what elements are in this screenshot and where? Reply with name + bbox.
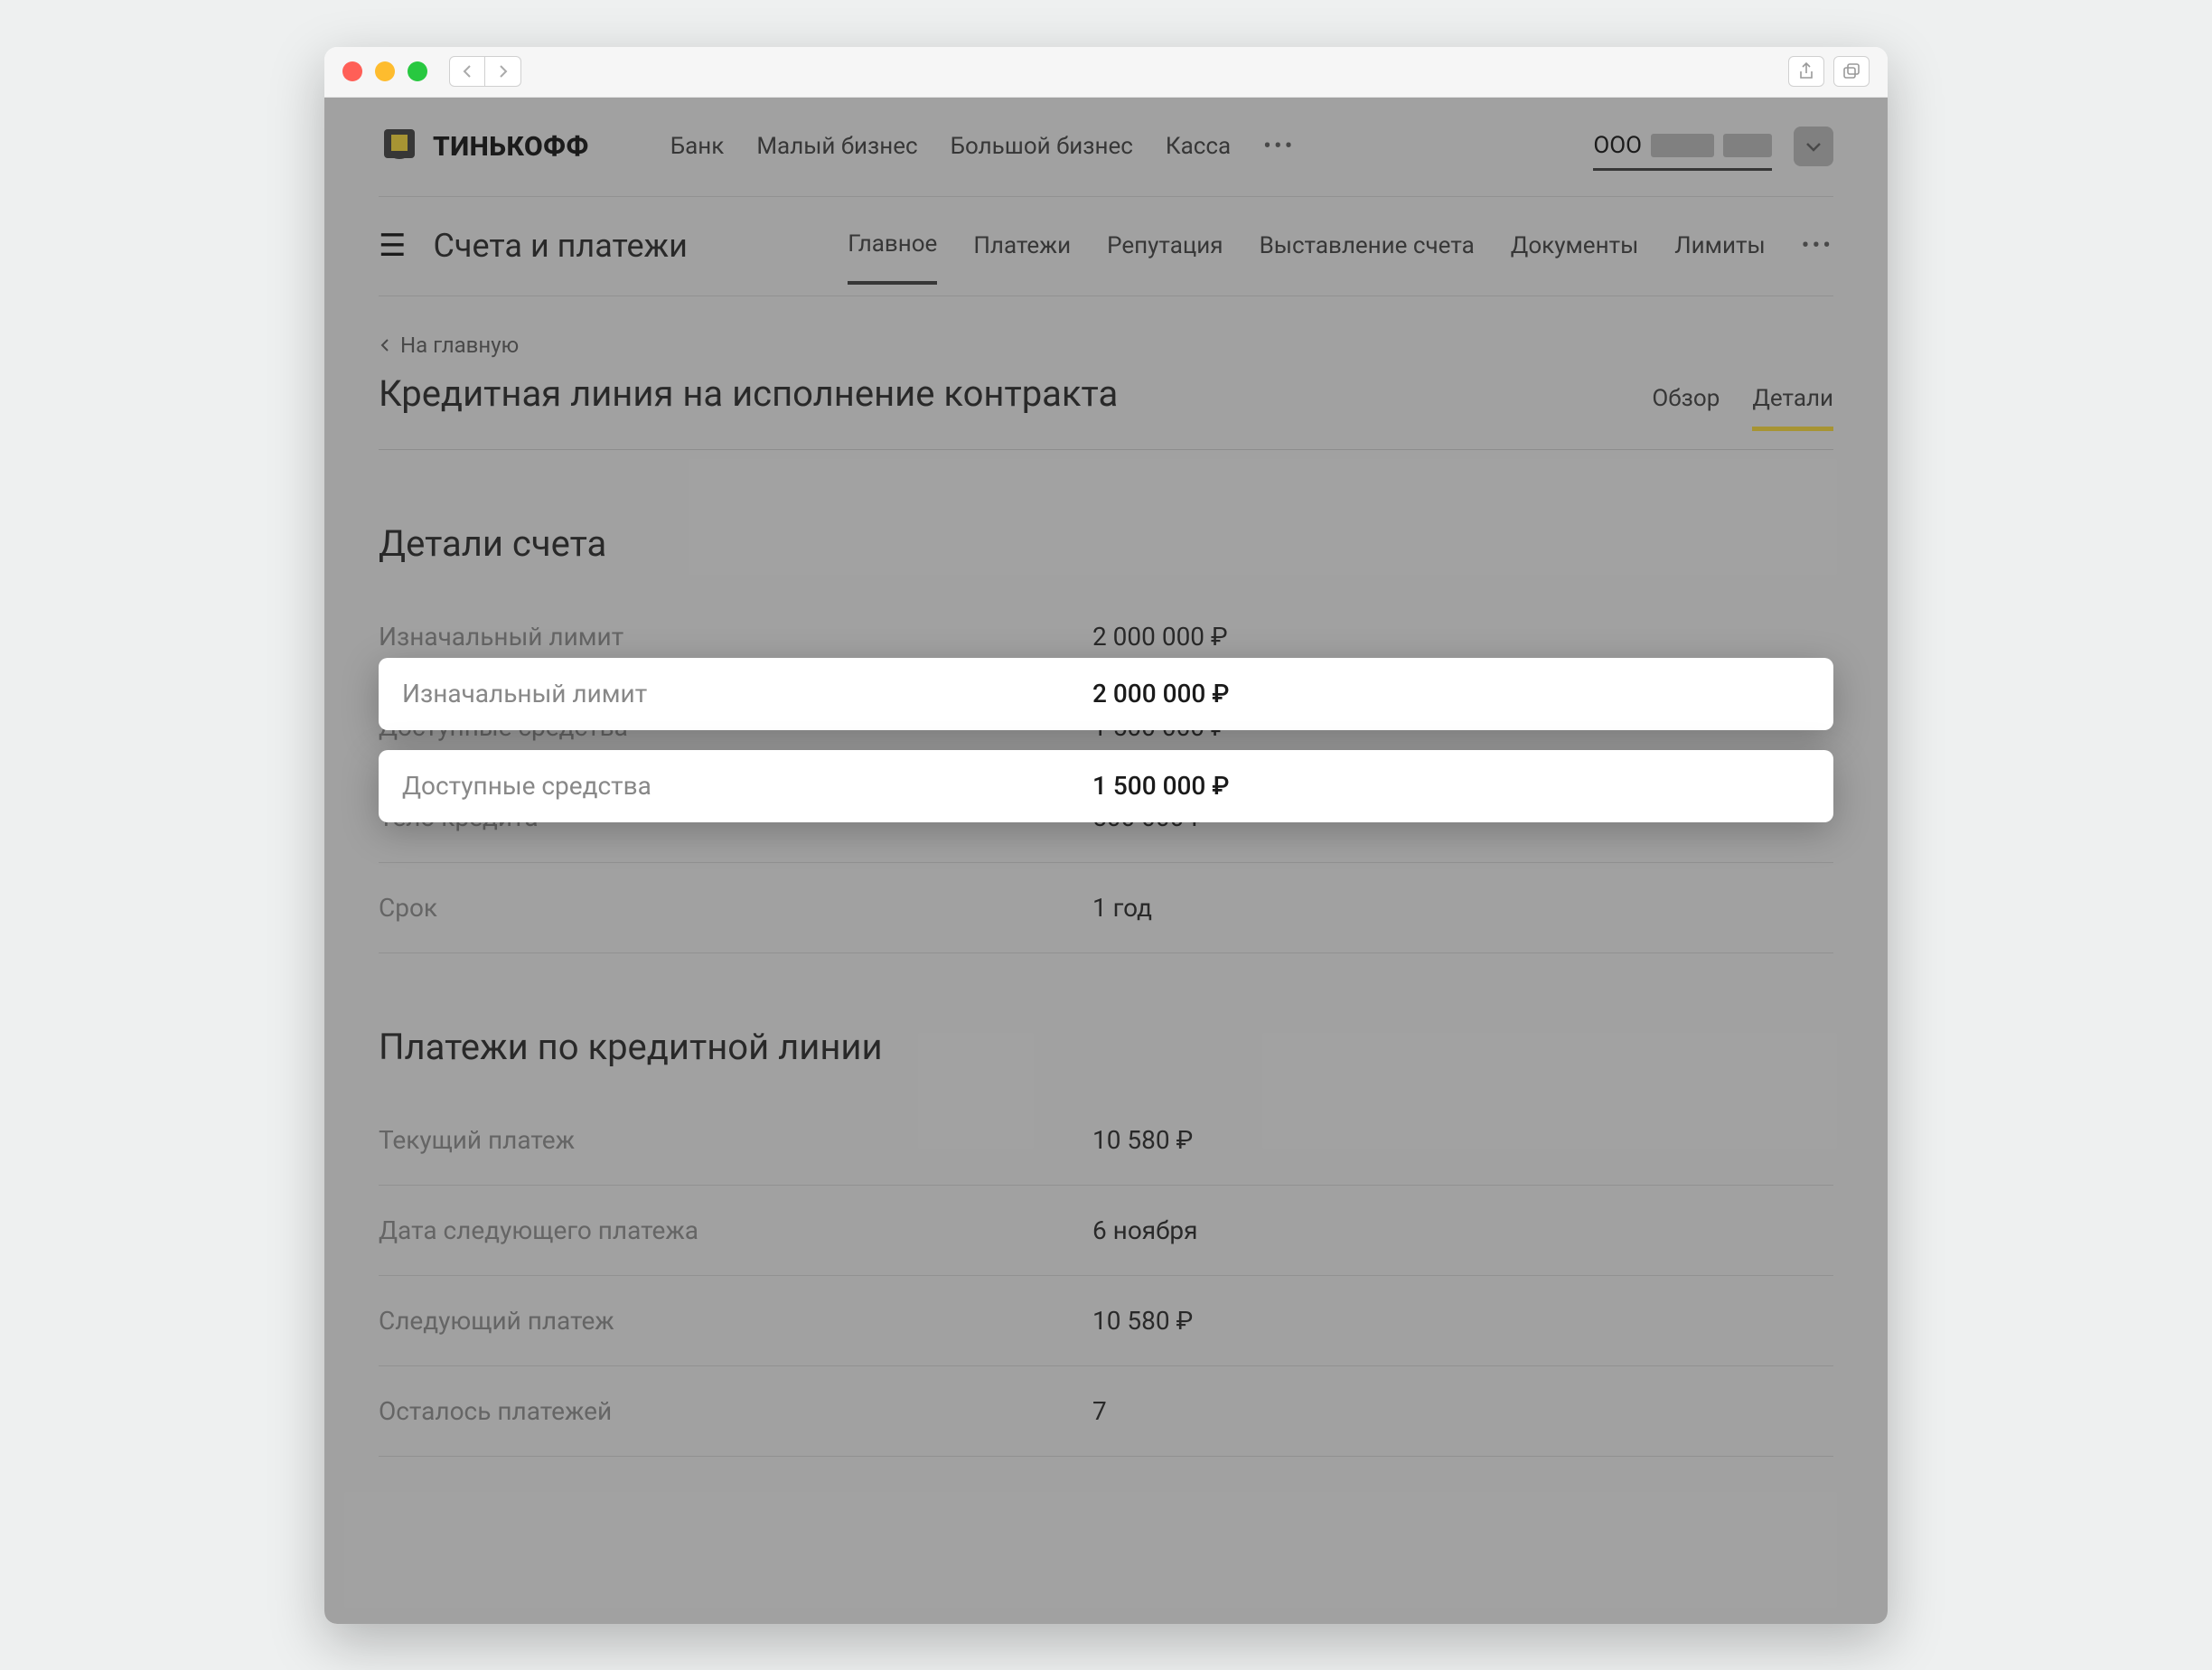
more-icon[interactable]: ••• bbox=[1263, 133, 1295, 160]
detail-row: Срок 1 год bbox=[379, 863, 1833, 953]
page-tabs: Обзор Детали bbox=[1652, 385, 1833, 431]
brand-logo[interactable]: ТИНЬКОФФ bbox=[379, 126, 589, 167]
back-button[interactable] bbox=[449, 56, 485, 87]
row-value: 2 000 000 ₽ bbox=[1092, 622, 1228, 652]
page-tab-overview[interactable]: Обзор bbox=[1652, 385, 1720, 431]
org-prefix: ООО bbox=[1593, 132, 1642, 159]
payment-row: Дата следующего платежа 6 ноября bbox=[379, 1186, 1833, 1276]
highlight-label: Доступные средства bbox=[402, 771, 1092, 801]
payment-row: Следующий платеж 10 580 ₽ bbox=[379, 1276, 1833, 1366]
dropdown-button[interactable] bbox=[1794, 127, 1833, 166]
sub-nav: ☰ Счета и платежи Главное Платежи Репута… bbox=[379, 197, 1833, 296]
share-button[interactable] bbox=[1788, 56, 1824, 87]
row-value: 6 ноября bbox=[1092, 1215, 1198, 1245]
row-label: Текущий платеж bbox=[379, 1125, 1092, 1155]
payment-row: Текущий платеж 10 580 ₽ bbox=[379, 1095, 1833, 1186]
chevron-left-icon bbox=[379, 337, 391, 353]
top-link[interactable]: Малый бизнес bbox=[756, 133, 917, 160]
more-icon[interactable]: ••• bbox=[1802, 232, 1833, 259]
section-title: Счета и платежи bbox=[433, 227, 687, 265]
tabs-button[interactable] bbox=[1833, 56, 1870, 87]
top-link[interactable]: Банк bbox=[670, 133, 725, 160]
browser-window: ТИНЬКОФФ Банк Малый бизнес Большой бизне… bbox=[324, 47, 1888, 1624]
menu-icon[interactable]: ☰ bbox=[379, 228, 406, 264]
top-link[interactable]: Большой бизнес bbox=[951, 133, 1133, 160]
highlight-label: Изначальный лимит bbox=[402, 679, 1092, 708]
maximize-window-icon[interactable] bbox=[408, 61, 427, 81]
sub-nav-tabs: Главное Платежи Репутация Выставление сч… bbox=[848, 230, 1833, 261]
tinkoff-shield-icon bbox=[379, 126, 420, 167]
row-value: 7 bbox=[1092, 1396, 1107, 1426]
highlight-available-funds: Доступные средства 1 500 000 ₽ bbox=[379, 750, 1833, 822]
subnav-tab[interactable]: Платежи bbox=[973, 232, 1071, 259]
row-label: Осталось платежей bbox=[379, 1396, 1092, 1426]
highlight-value: 1 500 000 ₽ bbox=[1092, 771, 1230, 801]
payments-heading: Платежи по кредитной линии bbox=[379, 1026, 1833, 1068]
brand-text: ТИНЬКОФФ bbox=[433, 131, 589, 163]
payment-row: Осталось платежей 7 bbox=[379, 1366, 1833, 1457]
breadcrumb-label: На главную bbox=[400, 333, 519, 358]
subnav-tab[interactable]: Документы bbox=[1511, 232, 1639, 259]
highlight-value: 2 000 000 ₽ bbox=[1092, 679, 1230, 708]
top-link[interactable]: Касса bbox=[1166, 133, 1231, 160]
page-title: Кредитная линия на исполнение контракта bbox=[379, 372, 1118, 415]
close-window-icon[interactable] bbox=[342, 61, 362, 81]
window-controls bbox=[342, 61, 427, 81]
subnav-tab[interactable]: Главное bbox=[848, 230, 937, 285]
subnav-tab[interactable]: Репутация bbox=[1107, 232, 1223, 259]
top-nav: ТИНЬКОФФ Банк Малый бизнес Большой бизне… bbox=[379, 98, 1833, 197]
highlight-initial-limit: Изначальный лимит 2 000 000 ₽ bbox=[379, 658, 1833, 730]
top-nav-links: Банк Малый бизнес Большой бизнес Касса •… bbox=[670, 133, 1296, 160]
org-name-redacted bbox=[1651, 134, 1714, 157]
breadcrumb[interactable]: На главную bbox=[379, 333, 1833, 358]
forward-button[interactable] bbox=[485, 56, 521, 87]
org-name-redacted bbox=[1723, 134, 1772, 157]
row-label: Дата следующего платежа bbox=[379, 1215, 1092, 1245]
row-value: 1 год bbox=[1092, 893, 1152, 923]
chevron-down-icon bbox=[1804, 140, 1823, 153]
page-content: ТИНЬКОФФ Банк Малый бизнес Большой бизне… bbox=[324, 98, 1888, 1624]
titlebar bbox=[324, 47, 1888, 98]
org-selector[interactable]: ООО bbox=[1593, 132, 1772, 171]
page-tab-details[interactable]: Детали bbox=[1752, 385, 1833, 431]
nav-buttons bbox=[449, 56, 521, 87]
row-value: 10 580 ₽ bbox=[1092, 1125, 1193, 1155]
minimize-window-icon[interactable] bbox=[375, 61, 395, 81]
row-label: Срок bbox=[379, 893, 1092, 923]
row-label: Изначальный лимит bbox=[379, 622, 1092, 652]
row-label: Следующий платеж bbox=[379, 1306, 1092, 1336]
subnav-tab[interactable]: Лимиты bbox=[1674, 232, 1765, 259]
details-heading: Детали счета bbox=[379, 522, 1833, 565]
subnav-tab[interactable]: Выставление счета bbox=[1260, 232, 1475, 259]
row-value: 10 580 ₽ bbox=[1092, 1306, 1193, 1336]
